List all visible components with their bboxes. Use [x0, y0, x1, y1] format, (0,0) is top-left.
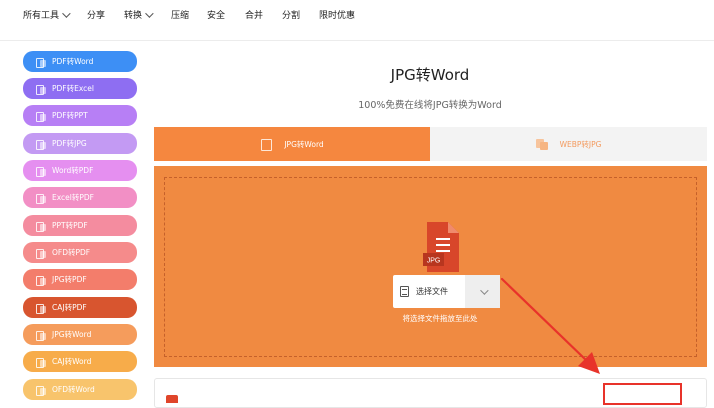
sidebar-item-caj-to-pdf[interactable]: CAJ转PDF — [23, 297, 137, 318]
webp-to-jpg-icon — [535, 138, 548, 150]
sidebar-item-label: PPT转PDF — [52, 221, 88, 230]
nav-convert-label: 转换 — [124, 11, 143, 21]
sidebar-item-caj-to-word[interactable]: CAJ转Word — [23, 351, 137, 372]
nav-split[interactable]: 分割 — [282, 8, 300, 21]
upload-panel: JPG 选择文件 将选择文件拖放至此处 — [154, 166, 707, 367]
select-file-label: 选择文件 — [416, 287, 448, 296]
select-file-dropdown[interactable] — [465, 275, 500, 308]
caj-to-pdf-icon — [36, 303, 46, 314]
top-nav: 所有工具 分享 转换 压缩 安全 合并 分割 限时优惠 — [0, 0, 714, 30]
ppt-to-pdf-icon — [36, 221, 46, 232]
sidebar-item-label: CAJ转Word — [52, 357, 92, 366]
jpg-to-word-icon — [260, 138, 273, 151]
nav-limited-offer-label: 限时优惠 — [319, 11, 356, 21]
tab-label: JPG转Word — [284, 139, 324, 149]
chevron-down-icon — [62, 8, 71, 18]
pdf-to-jpg-icon — [36, 139, 46, 150]
sidebar-item-label: Word转PDF — [52, 166, 94, 175]
pdf-to-ppt-icon — [36, 111, 46, 122]
sidebar-item-ofd-to-word[interactable]: OFD转Word — [23, 379, 137, 400]
pdf-to-excel-icon — [36, 84, 46, 95]
caj-to-word-icon — [36, 357, 46, 368]
nav-compress[interactable]: 压缩 — [171, 8, 189, 21]
sidebar-item-word-to-pdf[interactable]: Word转PDF — [23, 160, 137, 181]
nav-convert[interactable]: 转换 — [124, 8, 154, 21]
sidebar-item-label: PDF转Word — [52, 57, 94, 66]
ofd-to-word-icon — [36, 385, 46, 396]
tab-label: WEBP转JPG — [559, 139, 602, 149]
sidebar-item-label: PDF转JPG — [52, 139, 87, 148]
nav-split-label: 分割 — [282, 11, 301, 21]
sidebar-item-label: Excel转PDF — [52, 193, 94, 202]
sidebar-item-pdf-to-word[interactable]: PDF转Word — [23, 51, 137, 72]
nav-limited-offer[interactable]: 限时优惠 — [319, 8, 355, 21]
nav-share-label: 分享 — [87, 11, 106, 21]
nav-merge-label: 合并 — [245, 11, 264, 21]
word-to-pdf-icon — [36, 166, 46, 177]
sidebar-item-pdf-to-excel[interactable]: PDF转Excel — [23, 78, 137, 99]
sidebar-item-jpg-to-pdf[interactable]: JPG转PDF — [23, 269, 137, 290]
sidebar-item-label: CAJ转PDF — [52, 303, 87, 312]
nav-security[interactable]: 安全 — [207, 8, 225, 21]
page-title: JPG转Word — [390, 66, 470, 84]
pdf-to-word-icon — [36, 57, 46, 68]
document-icon — [400, 286, 409, 297]
sidebar-item-pdf-to-ppt[interactable]: PDF转PPT — [23, 105, 137, 126]
drop-zone[interactable]: JPG 选择文件 将选择文件拖放至此处 — [164, 177, 697, 357]
tab-bar: JPG转Word WEBP转JPG — [154, 127, 707, 161]
sidebar-item-label: OFD转Word — [52, 385, 95, 394]
sidebar-item-ppt-to-pdf[interactable]: PPT转PDF — [23, 215, 137, 236]
sidebar-item-label: OFD转PDF — [52, 248, 91, 257]
sidebar-item-label: JPG转PDF — [52, 275, 87, 284]
page-subtitle: 100%免费在线将JPG转换为Word — [358, 100, 502, 111]
sidebar-item-jpg-to-word[interactable]: JPG转Word — [23, 324, 137, 345]
sidebar-item-label: PDF转PPT — [52, 111, 88, 120]
chevron-down-icon — [145, 8, 154, 18]
nav-merge[interactable]: 合并 — [245, 8, 263, 21]
nav-share[interactable]: 分享 — [87, 8, 105, 21]
jpg-to-word-icon — [36, 330, 46, 341]
select-file-button[interactable]: 选择文件 — [393, 275, 500, 308]
tab-jpg-to-word[interactable]: JPG转Word — [154, 127, 430, 161]
select-file-main[interactable]: 选择文件 — [393, 275, 465, 308]
sidebar-item-pdf-to-jpg[interactable]: PDF转JPG — [23, 133, 137, 154]
chevron-down-icon — [479, 285, 489, 295]
ofd-to-pdf-icon — [36, 248, 46, 259]
file-type-label: JPG — [427, 258, 441, 265]
jpg-to-pdf-icon — [36, 275, 46, 286]
sidebar-item-excel-to-pdf[interactable]: Excel转PDF — [23, 187, 137, 208]
excel-to-pdf-icon — [36, 193, 46, 204]
sidebar-item-ofd-to-pdf[interactable]: OFD转PDF — [23, 242, 137, 263]
sidebar-item-label: PDF转Excel — [52, 84, 94, 93]
nav-security-label: 安全 — [207, 11, 226, 21]
annotation-highlight-box — [603, 383, 682, 405]
result-file-icon — [166, 395, 178, 403]
nav-all-tools[interactable]: 所有工具 — [23, 8, 71, 21]
nav-all-tools-label: 所有工具 — [23, 11, 60, 21]
top-divider — [0, 40, 714, 41]
jpg-file-icon: JPG — [423, 222, 459, 272]
nav-compress-label: 压缩 — [171, 11, 190, 21]
drop-hint: 将选择文件拖放至此处 — [402, 314, 478, 323]
sidebar-item-label: JPG转Word — [52, 330, 92, 339]
tab-webp-to-jpg[interactable]: WEBP转JPG — [430, 127, 707, 161]
